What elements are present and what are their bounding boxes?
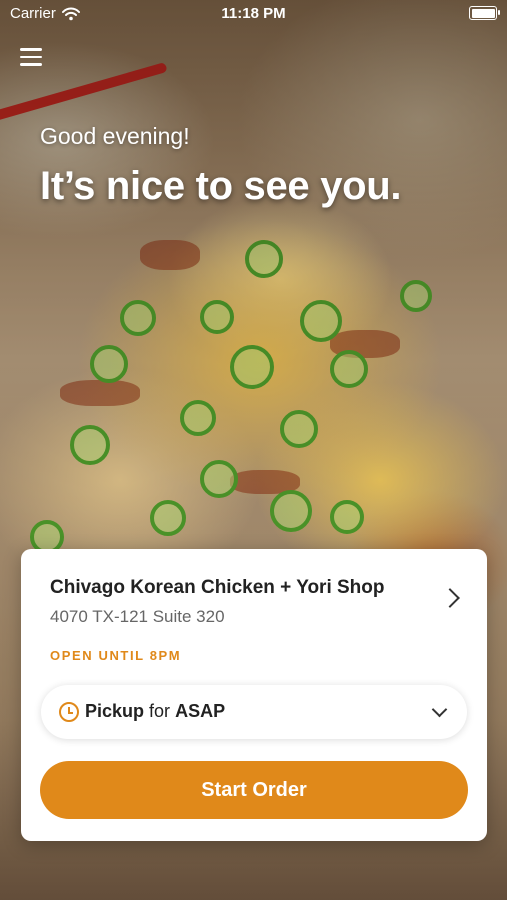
store-details-link[interactable]: Chivago Korean Chicken + Yori Shop 4070 … <box>21 549 487 649</box>
welcome-headline: It’s nice to see you. <box>40 164 402 208</box>
order-time: ASAP <box>175 701 226 721</box>
start-order-button[interactable]: Start Order <box>40 761 468 819</box>
order-mode-label: Pickup for ASAP <box>85 701 225 722</box>
store-hours-badge: OPEN UNTIL 8PM <box>50 648 182 663</box>
order-mode-connector: for <box>149 701 171 721</box>
location-card: Chivago Korean Chicken + Yori Shop 4070 … <box>21 549 487 841</box>
hamburger-menu-icon[interactable] <box>20 48 42 68</box>
store-name: Chivago Korean Chicken + Yori Shop <box>50 577 385 598</box>
order-mode-dropdown[interactable]: Pickup for ASAP <box>41 685 467 739</box>
status-bar: Carrier 11:18 PM <box>0 0 507 28</box>
chevron-down-icon <box>431 701 448 718</box>
chevron-right-icon <box>440 588 460 608</box>
status-time: 11:18 PM <box>221 5 286 22</box>
battery-icon <box>469 6 500 20</box>
greeting-text: Good evening! <box>40 123 190 149</box>
order-method: Pickup <box>85 701 145 721</box>
clock-icon <box>59 702 79 722</box>
store-address: 4070 TX-121 Suite 320 <box>50 607 225 626</box>
